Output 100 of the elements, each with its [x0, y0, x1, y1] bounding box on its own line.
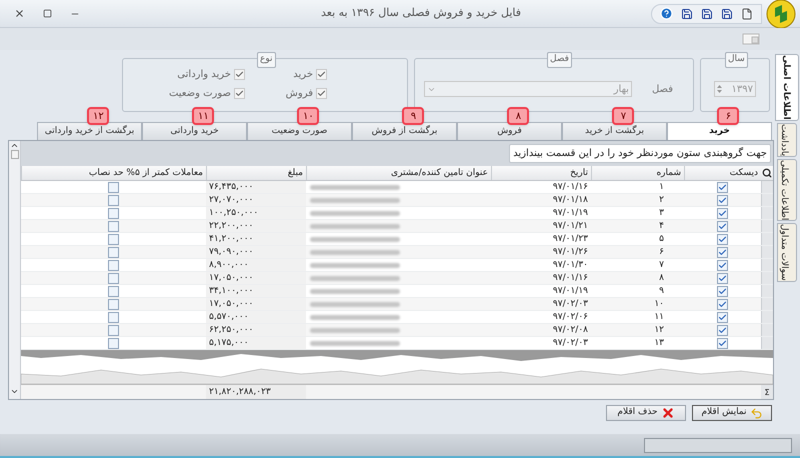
table-cell-text: ۹۷/۰۱/۳۰	[552, 259, 589, 271]
table-cell-text: ۹۷/۰۱/۱۶	[552, 272, 589, 284]
column-header[interactable]: عنوان تامین کننده/مشتری	[306, 166, 491, 180]
checkbox[interactable]	[717, 286, 728, 296]
callout-badge: ۷	[612, 107, 634, 125]
tab[interactable]: برگشت از فروش	[352, 122, 457, 140]
table-cell: ۷۶,۴۳۵,۰۰۰	[206, 181, 306, 193]
close-icon[interactable]	[14, 8, 25, 19]
checkbox[interactable]	[717, 246, 728, 258]
group-title: سال	[725, 52, 748, 68]
column-header[interactable]: معاملات کمتر از ۵% حد نصاب	[21, 166, 206, 180]
table-cell-text: ۹۷/۰۱/۲۳	[552, 233, 589, 245]
table-cell-text: ۸	[658, 272, 665, 284]
tab[interactable]: برگشت از خرید	[562, 122, 667, 140]
checkbox[interactable]	[108, 324, 119, 336]
side-tab[interactable]: اطلاعات اصلی	[775, 54, 799, 121]
checkbox[interactable]	[108, 220, 119, 232]
search-icon[interactable]	[762, 168, 772, 178]
scroll-up-icon[interactable]	[10, 141, 19, 150]
table-cell: ۶۲,۲۵۰,۰۰۰	[206, 324, 306, 336]
table-cell-text: ۳	[658, 207, 665, 219]
app-logo-icon[interactable]	[766, 0, 796, 28]
checkbox[interactable]	[108, 182, 119, 192]
table-cell-text: ۹۷/۰۱/۲۶	[552, 246, 589, 258]
table-cell-text: ۹۷/۰۲/۰۶	[552, 311, 589, 323]
table-cell-text: ۹۷/۰۲/۰۸	[552, 324, 589, 336]
checkbox[interactable]	[108, 272, 119, 284]
checkbox[interactable]	[717, 234, 728, 244]
table-cell: ۱۷,۰۵۰,۰۰۰	[206, 298, 306, 310]
save-icon[interactable]	[721, 8, 733, 20]
table-cell-text: ۹۷/۰۱/۲۱	[552, 220, 589, 232]
checkbox[interactable]	[108, 286, 119, 296]
scroll-down-icon[interactable]	[10, 387, 19, 396]
table-cell-text: ۴	[658, 220, 665, 232]
table-cell: ۴۱,۲۰۰,۰۰۰	[206, 233, 306, 245]
checkbox[interactable]	[717, 182, 728, 192]
tab[interactable]: خرید وارداتی	[142, 122, 247, 140]
side-tab[interactable]: سوالات متداول	[777, 223, 797, 282]
table-cell-text: ۵	[658, 233, 665, 245]
table-cell: ۵,۵۷۰,۰۰۰	[206, 311, 306, 323]
table-cell: ۷۹,۰۹۰,۰۰۰	[206, 246, 306, 258]
table-cell-text: ۹۷/۰۱/۱۹	[552, 285, 589, 297]
tab[interactable]: خرید	[667, 122, 772, 140]
save-icon[interactable]	[701, 8, 713, 20]
group-title: نوع	[257, 52, 276, 68]
window-title: فایل خرید و فروش فصلی سال ۱۳۹۶ به بعد	[321, 5, 521, 22]
column-header[interactable]: مبلغ	[206, 166, 306, 180]
new-file-icon[interactable]	[741, 8, 753, 20]
checkbox[interactable]	[717, 208, 728, 218]
checkbox[interactable]	[717, 194, 728, 206]
column-header[interactable]: شماره	[591, 166, 684, 180]
table-cell: ۳۴,۱۰۰,۰۰۰	[206, 285, 306, 297]
checkbox[interactable]	[717, 324, 728, 336]
checkbox[interactable]	[108, 194, 119, 206]
checkbox[interactable]	[108, 260, 119, 270]
table-cell-text: ۹۷/۰۱/۱۶	[552, 181, 589, 193]
callout-badge: ۶	[717, 107, 740, 125]
table-cell-text: ۱۰	[653, 298, 665, 310]
checkbox[interactable]	[717, 260, 728, 270]
callout-badge: ۱۱	[192, 107, 214, 125]
table-cell-text: ۱۲	[653, 324, 665, 336]
side-tab[interactable]: اطلاعات تکمیلی	[777, 158, 797, 222]
checkbox[interactable]	[108, 312, 119, 322]
checkbox[interactable]	[108, 234, 119, 244]
checkbox[interactable]	[108, 298, 119, 310]
return-arrow-icon	[750, 406, 763, 420]
checkbox[interactable]	[108, 246, 119, 258]
action-button[interactable]: نمایش اقلام	[692, 405, 772, 421]
column-header[interactable]: دیسکت	[684, 166, 761, 180]
option-label: خرید وارداتی	[177, 68, 231, 82]
table-cell-text: ۹۷/۰۲/۰۳	[552, 298, 589, 310]
callout-badge: ۹	[402, 107, 424, 125]
table-cell-text: ۹۷/۰۲/۰۳	[552, 337, 589, 349]
table-cell: ۲۲,۲۰۰,۰۰۰	[206, 220, 306, 232]
column-header[interactable]: تاریخ	[491, 166, 591, 180]
save-icon[interactable]	[681, 8, 693, 20]
table-cell: ۱۰۰,۲۵۰,۰۰۰	[206, 207, 306, 219]
checkbox[interactable]	[717, 298, 728, 310]
table-cell-text: ۷	[658, 259, 665, 271]
tab[interactable]: برگشت از خرید وارداتی	[37, 122, 142, 140]
help-icon[interactable]	[660, 7, 673, 20]
season-label: فصل	[652, 82, 673, 96]
group-by-hint: جهت گروهبندی ستون موردنظر خود را در این قسمت بیندازید	[509, 144, 771, 163]
table-cell-text: ۹	[658, 285, 665, 297]
option-label: خرید	[293, 68, 313, 82]
grip-icon[interactable]	[10, 150, 18, 159]
side-tab[interactable]: یادداشت	[777, 122, 797, 157]
tab[interactable]: فروش	[457, 122, 562, 140]
total-cell: ۲۱,۸۲۰,۲۸۸,۰۲۳	[206, 385, 306, 399]
checkbox[interactable]	[717, 338, 728, 348]
checkbox[interactable]	[108, 208, 119, 218]
tab[interactable]: صورت وضعیت	[247, 122, 352, 140]
option-label: فروش	[286, 87, 313, 101]
checkbox[interactable]	[717, 220, 728, 232]
checkbox[interactable]	[717, 312, 728, 322]
restore-icon[interactable]	[43, 9, 52, 18]
checkbox[interactable]	[717, 272, 728, 284]
checkbox[interactable]	[108, 338, 119, 348]
callout-badge: ۱۰	[297, 107, 320, 125]
action-button[interactable]: حذف اقلام	[606, 405, 686, 421]
